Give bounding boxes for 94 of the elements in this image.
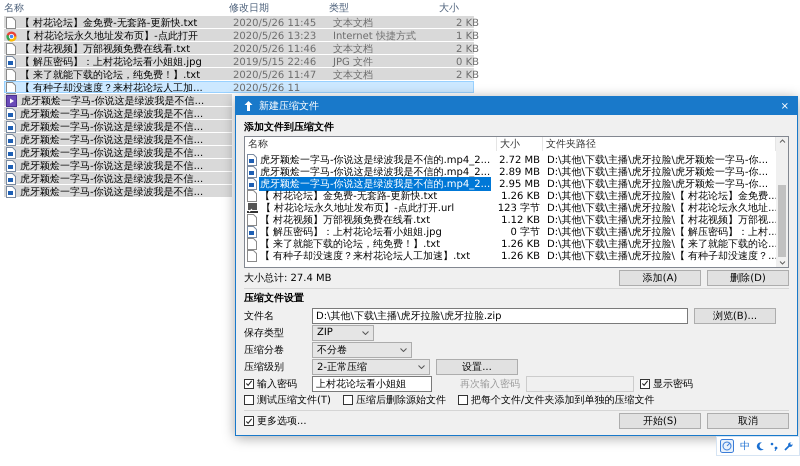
file-size: 2 KB (456, 18, 479, 28)
file-name: 虎牙颖烩一字马-你说这是绿波我是不信... (21, 94, 204, 108)
file-name[interactable]: 虎牙颖烩一字马-你说这是绿波我是不信的.mp4_2... (259, 177, 492, 191)
dropdown[interactable]: 不分卷 (312, 342, 412, 358)
file-name[interactable]: 虎牙颖烩一字马-你说这是绿波我是不信的.mp4_2... (259, 165, 492, 179)
field-label: 文件名 (244, 310, 275, 322)
file-name: 【 解压密码】：上村花论坛看小姐姐.jpg (20, 56, 202, 69)
column-header[interactable]: 名称 (245, 137, 497, 151)
file-row[interactable]: 虎牙颖烩一字马-你说这是绿波我是不信... (4, 185, 232, 197)
file-name: 虎牙颖烩一字马-你说这是绿波我是不信... (20, 160, 204, 173)
file-row[interactable]: 虎牙颖烩一字马-你说这是绿波我是不信... (4, 107, 232, 119)
list-button[interactable]: 添加(A) (619, 270, 701, 286)
modified-date: 2020/5/26 11:45 (233, 18, 316, 28)
file-row[interactable]: 【 有种子却没速度？来村花论坛人工加... 2020/5/26 11 (4, 81, 474, 93)
checkbox-label[interactable]: 显示密码 (653, 376, 693, 390)
filename-field[interactable]: D:\其他\下载\主播\虎牙拉脸\虎牙拉脸.zip (312, 308, 688, 324)
modified-date: 2020/5/26 13:23 (233, 30, 316, 42)
dialog-button[interactable]: 开始(S) (619, 413, 701, 429)
file-name: 【 有种子却没速度？来村花论坛人工加... (20, 82, 203, 95)
file-name: 虎牙颖烩一字马-你说这是绿波我是不信... (20, 120, 204, 134)
column-header[interactable]: 修改日期 (225, 1, 325, 15)
file-type: 文本文档 (333, 44, 373, 55)
settings-button[interactable]: 设置... (436, 358, 518, 374)
list-button[interactable]: 删除(D) (707, 270, 789, 286)
file-name: 【 来了就能下载的论坛，纯免费！】.txt (20, 68, 200, 82)
dropdown[interactable]: 2-正常压缩 (312, 358, 430, 374)
file-size: 1.26 KB (501, 250, 540, 262)
file-row[interactable]: 虎牙颖烩一字马-你说这是绿波我是不信... (4, 146, 232, 158)
file-name: 虎牙颖烩一字马-你说这是绿波我是不信... (20, 134, 204, 147)
file-name[interactable]: 虎牙颖烩一字马-你说这是绿波我是不信的.mp4_2... (259, 153, 492, 167)
file-name[interactable]: 【 村花论坛】金免费-无套路-更新快.txt (259, 189, 438, 203)
field-label: 再次输入密码 (460, 378, 520, 390)
file-size: 2.95 MB (499, 178, 540, 190)
total-size: 大小总计: 27.4 MB (244, 272, 332, 285)
dialog-button[interactable]: 取消 (707, 413, 789, 429)
file-row[interactable]: 虎牙颖烩一字马-你说这是绿波我是不信... (4, 94, 232, 106)
field-label: 压缩分卷 (244, 344, 285, 356)
checkbox-label[interactable]: 输入密码 (257, 376, 297, 390)
file-name: 【 村花视频】万部视频免费在线看.txt (20, 42, 190, 56)
close-button[interactable]: × (780, 100, 789, 112)
file-name: 虎牙颖烩一字马-你说这是绿波我是不信... (20, 172, 204, 186)
modified-date: 2020/5/26 11:46 (233, 44, 316, 54)
file-name[interactable]: 【 村花视频】万部视频免费在线看.txt (259, 213, 432, 227)
checkbox-label[interactable]: 压缩后删除源始文件 (356, 393, 446, 407)
file-size: 2.72 MB (499, 154, 540, 166)
modified-date: 2019/5/15 22:46 (233, 56, 316, 68)
field-label: 压缩级别 (244, 360, 285, 374)
file-size: 1.26 KB (501, 238, 540, 250)
file-name[interactable]: 【 解压密码】：上村花论坛看小姐姐.jpg (259, 225, 443, 239)
file-type: Internet 快捷方式 (333, 31, 416, 42)
column-header[interactable]: 名称 (0, 1, 225, 15)
file-name: 虎牙颖烩一字马-你说这是绿波我是不信... (20, 108, 204, 121)
file-type: 文本文档 (333, 18, 373, 29)
file-row[interactable]: 虎牙颖烩一字马-你说这是绿波我是不信... (4, 172, 232, 184)
file-row[interactable]: 虎牙颖烩一字马-你说这是绿波我是不信... (4, 133, 232, 145)
file-size: 1 KB (456, 30, 479, 42)
modified-date: 2020/5/26 11:47 (233, 70, 316, 80)
modified-date: 2020/5/26 11 (233, 82, 300, 94)
field-label: 保存类型 (244, 326, 285, 340)
file-size: 1.26 KB (501, 190, 540, 202)
column-header[interactable]: 大小 (497, 137, 543, 151)
file-size: 0 KB (456, 56, 479, 68)
file-name: 虎牙颖烩一字马-你说这是绿波我是不信... (20, 146, 204, 160)
column-header[interactable]: 大小 (435, 1, 475, 15)
file-size: 123 字节 (498, 203, 540, 214)
checkbox-label[interactable]: 把每个文件/文件夹添加到单独的压缩文件 (470, 393, 654, 407)
password-field[interactable]: 上村花论坛看小姐姐 (312, 376, 432, 392)
browse-button[interactable]: 浏览(B)... (694, 308, 776, 324)
dropdown[interactable]: ZIP (312, 324, 374, 340)
window-title: 新建压缩文件 (259, 100, 320, 113)
folder-path: D:\其他\下载\主播\虎牙拉脸\虎牙颖烩一字马-你... (547, 179, 768, 190)
file-size: 2.89 MB (499, 166, 540, 178)
folder-path: D:\其他\下载\主播\虎牙拉脸\虎牙颖烩一字马-你... (547, 155, 768, 166)
folder-path: D:\其他\下载\主播\虎牙拉脸\虎牙颖烩一字马-你... (547, 167, 768, 178)
column-header[interactable]: 类型 (325, 1, 435, 15)
file-row[interactable]: 虎牙颖烩一字马-你说这是绿波我是不信... (4, 159, 232, 171)
file-size: 2 KB (456, 44, 479, 54)
section-heading: 添加文件到压缩文件 (244, 120, 335, 134)
file-name: 【 村花论坛】金免费-无套路-更新快.txt (20, 16, 198, 30)
file-size: 0 字节 (510, 227, 540, 238)
file-name: 虎牙颖烩一字马-你说这是绿波我是不信... (20, 186, 204, 199)
section-heading: 压缩文件设置 (244, 292, 305, 305)
file-size: 1.12 KB (501, 214, 540, 226)
file-name[interactable]: 【 有种子却没速度？来村花论坛人工加速】.txt (259, 249, 472, 263)
file-size: 2 KB (456, 70, 479, 80)
file-type: 文本文档 (333, 70, 373, 81)
file-name[interactable]: 【 来了就能下载的论坛，纯免费！】.txt (259, 237, 442, 251)
checkbox-label[interactable]: 更多选项... (257, 414, 307, 428)
file-row[interactable]: 虎牙颖烩一字马-你说这是绿波我是不信... (4, 120, 232, 132)
file-type: JPG 文件 (333, 57, 373, 68)
file-name: 【 村花论坛永久地址发布页】-点此打开 (21, 30, 198, 43)
checkbox-label[interactable]: 测试压缩文件(T) (257, 393, 331, 407)
input-mode-toggle[interactable]: 中 (740, 439, 750, 453)
file-name[interactable]: 【 村花论坛永久地址发布页】-点此打开.url (260, 201, 456, 215)
